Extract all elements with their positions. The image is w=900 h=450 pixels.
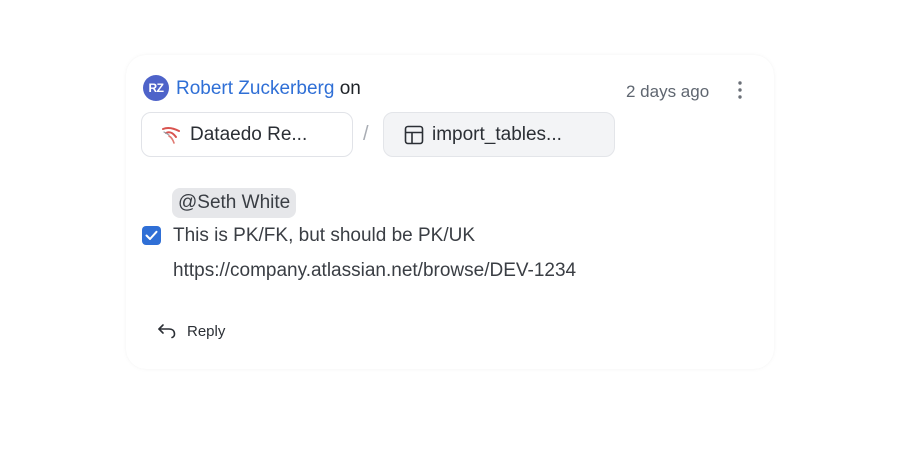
reply-arrow-icon — [158, 324, 176, 339]
breadcrumb-separator: / — [363, 123, 369, 145]
database-chip[interactable]: Dataedo Re... — [141, 112, 353, 157]
user-mention[interactable]: @Seth White — [172, 188, 297, 218]
on-label: on — [339, 78, 361, 99]
task-checkbox[interactable] — [142, 226, 161, 245]
reply-button[interactable]: Reply — [157, 320, 225, 342]
kebab-vertical-icon — [738, 81, 742, 99]
task-text: This is PK/FK, but should be PK/UK — [173, 225, 476, 246]
issue-link[interactable]: https://company.atlassian.net/browse/DEV… — [173, 260, 576, 282]
checkmark-icon — [145, 230, 158, 240]
avatar[interactable]: RZ — [143, 75, 169, 101]
table-grid-icon — [404, 125, 424, 144]
comment-timestamp: 2 days ago — [626, 82, 710, 101]
author-name-link[interactable]: Robert Zuckerberg — [176, 78, 334, 99]
table-chip[interactable]: import_tables... — [383, 112, 615, 157]
database-chip-label: Dataedo Re... — [190, 123, 308, 145]
comment-card: RZ Robert Zuckerberg on 2 days ago Datae… — [126, 55, 774, 369]
more-options-button[interactable] — [732, 79, 748, 101]
comment-header: Robert Zuckerberg on — [176, 77, 361, 101]
table-chip-label: import_tables... — [432, 123, 562, 145]
reply-label: Reply — [187, 322, 226, 340]
dataedo-database-icon — [162, 126, 180, 144]
